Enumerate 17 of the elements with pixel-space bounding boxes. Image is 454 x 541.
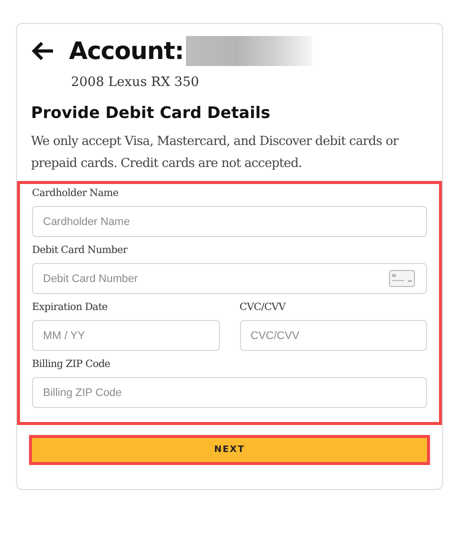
- input-field[interactable]: Billing ZIP Code: [32, 377, 427, 408]
- account-title: Account:: [69, 37, 184, 65]
- input-field[interactable]: Cardholder Name: [32, 206, 427, 237]
- field-label: Cardholder Name: [32, 188, 120, 199]
- section-heading: Provide Debit Card Details: [30, 102, 272, 122]
- field-label: Billing ZIP Code: [32, 359, 112, 370]
- input-field[interactable]: MM / YY: [32, 320, 220, 351]
- next-button[interactable]: NEXT: [32, 438, 427, 462]
- back-arrow-icon[interactable]: [31, 41, 55, 61]
- vehicle-name: 2008 Lexus RX 350: [70, 74, 200, 90]
- field-label: Debit Card Number: [32, 245, 129, 256]
- credit-card-icon: [389, 270, 415, 287]
- notice-text: We only accept Visa, Mastercard, and Discover debit cards or prepaid cards. Credit cards are not accepted.: [30, 132, 400, 172]
- field-label: Expiration Date: [32, 302, 109, 313]
- input-field[interactable]: Debit Card Number: [32, 263, 427, 294]
- field-label: CVC/CVV: [240, 302, 287, 313]
- input-field[interactable]: CVC/CVV: [240, 320, 427, 351]
